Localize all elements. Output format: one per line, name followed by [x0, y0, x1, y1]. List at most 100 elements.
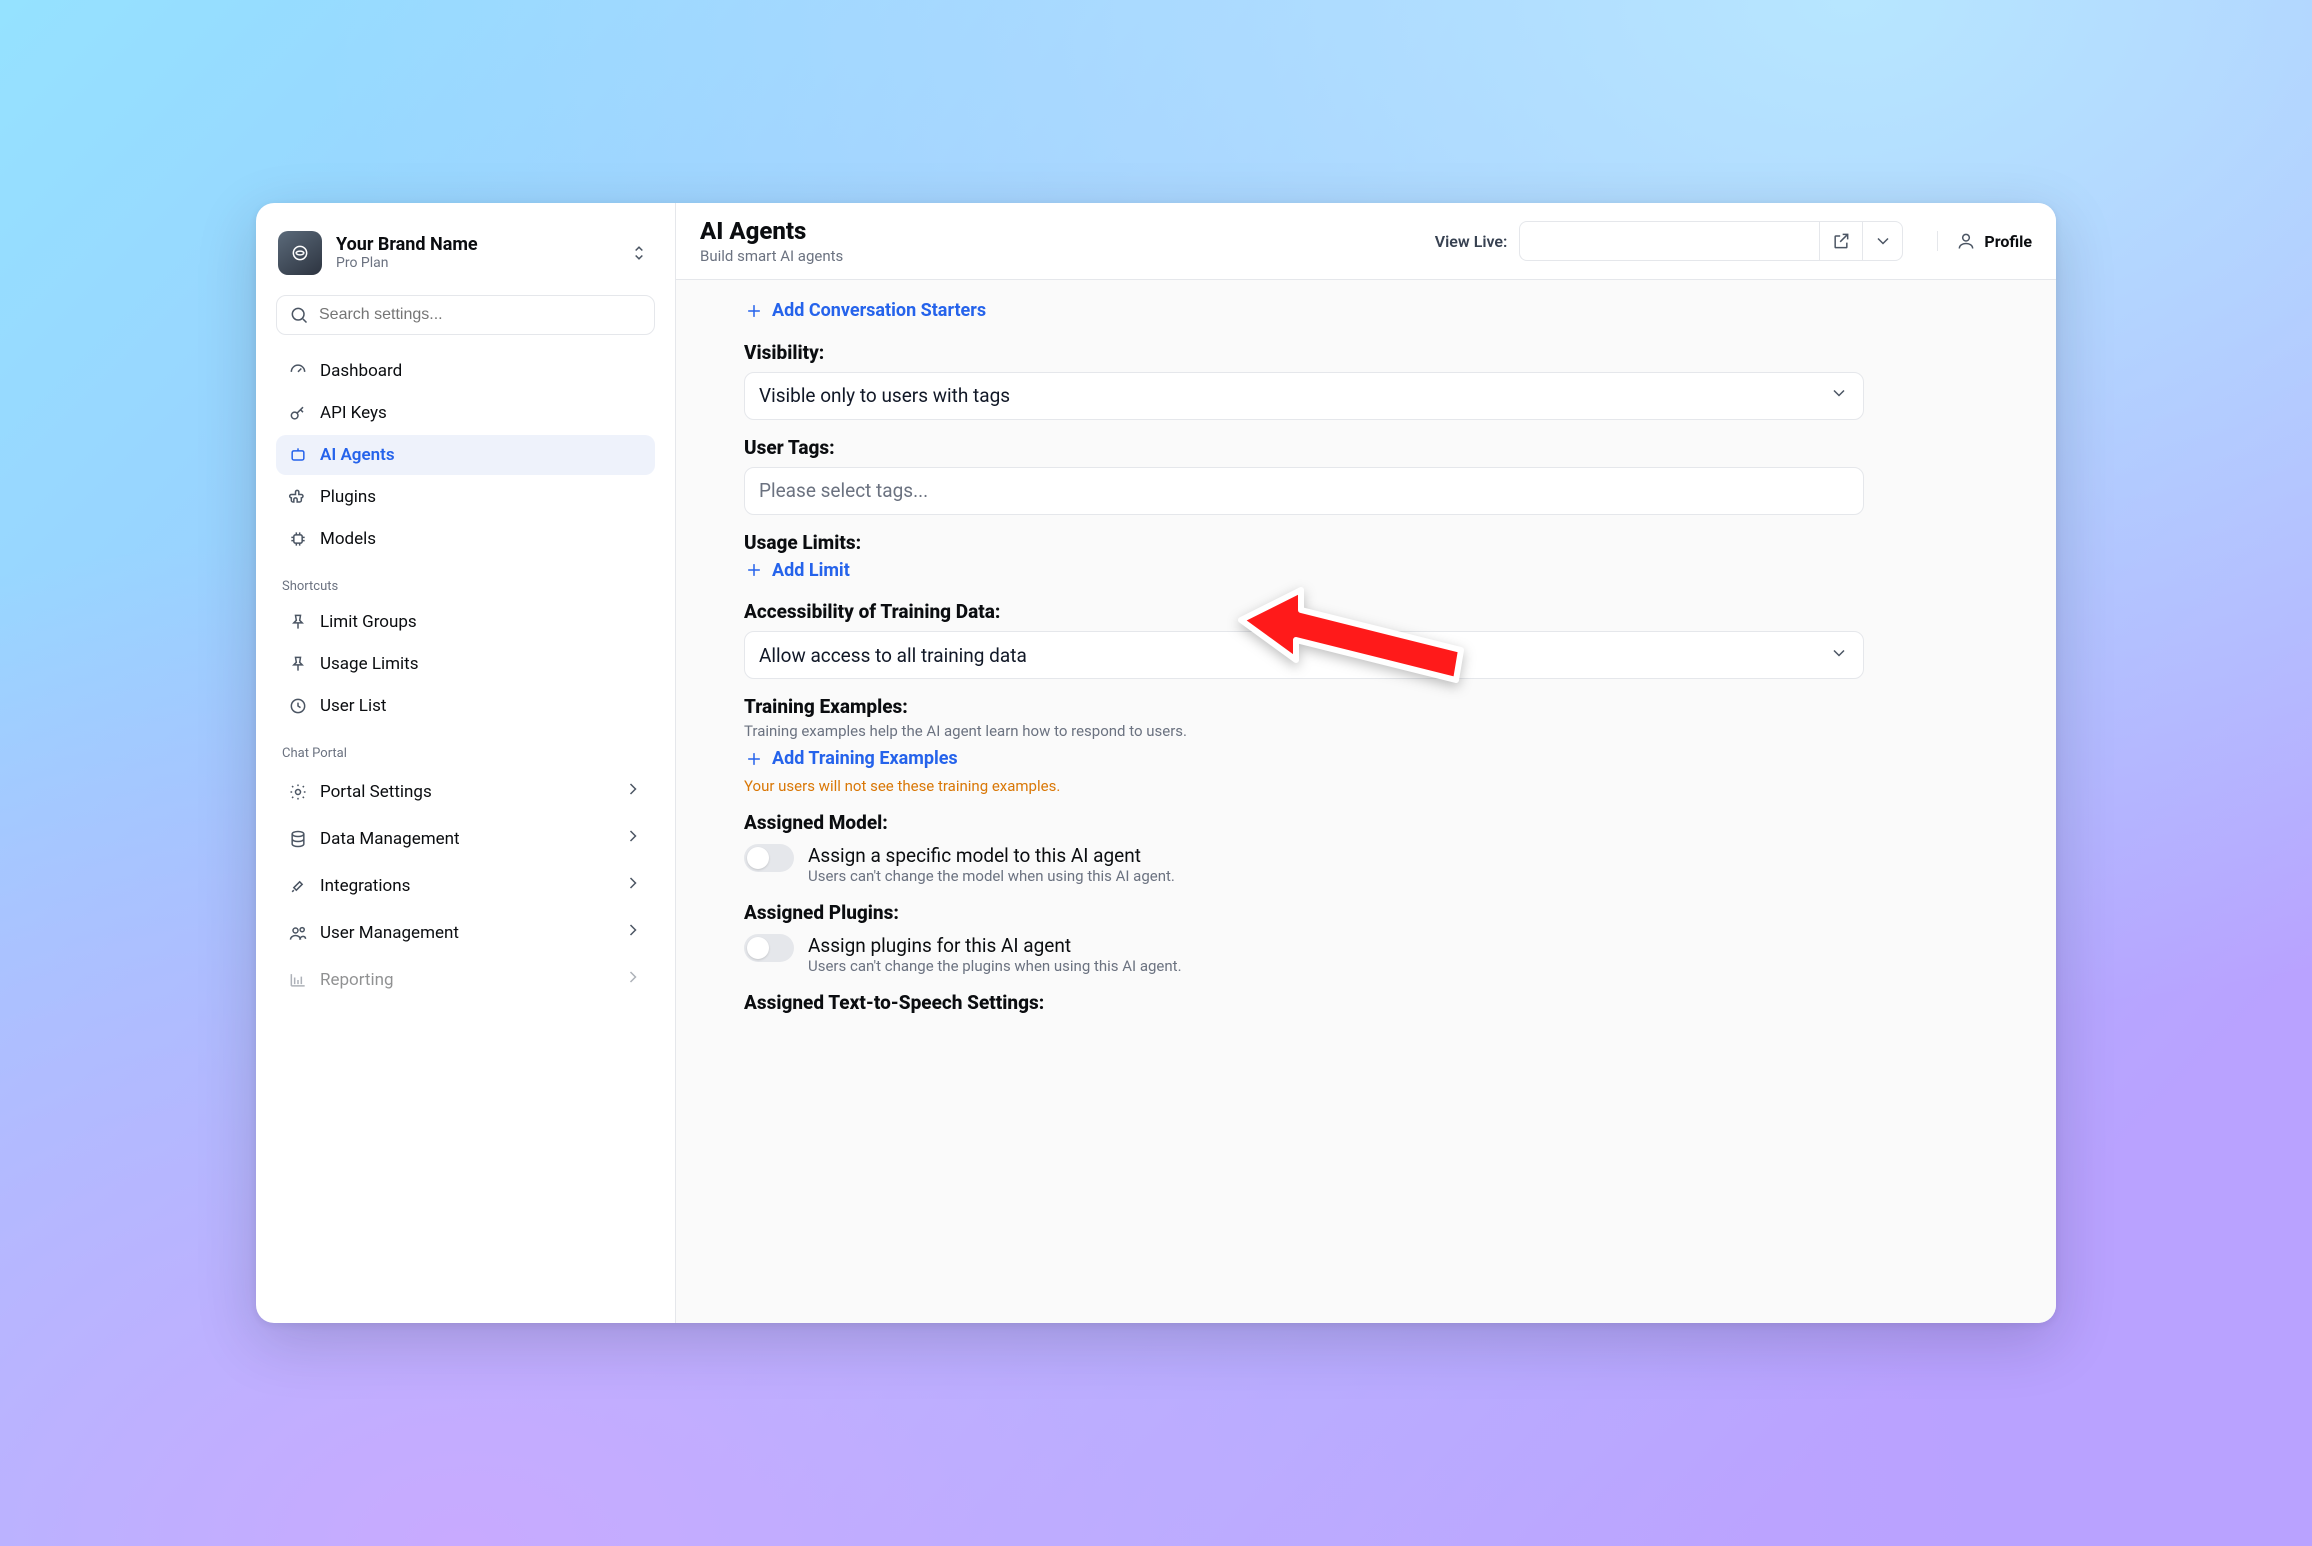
content-scroll[interactable]: Add Conversation Starters Visibility: Vi… [676, 280, 2056, 1323]
brand-name: Your Brand Name [336, 234, 478, 256]
pin-icon [288, 612, 308, 632]
cpu-icon [288, 529, 308, 549]
sidebar-item-ai-agents[interactable]: AI Agents [276, 435, 655, 475]
sidebar-item-label: Limit Groups [320, 612, 417, 632]
training-access-label: Accessibility of Training Data: [744, 600, 1864, 623]
sidebar-item-label: Plugins [320, 487, 376, 507]
sidebar-item-dashboard[interactable]: Dashboard [276, 351, 655, 391]
user-tags-select[interactable]: Please select tags... [744, 467, 1864, 515]
sidebar-item-user-list[interactable]: User List [276, 686, 655, 726]
sidebar-item-plugins[interactable]: Plugins [276, 477, 655, 517]
profile-label: Profile [1984, 232, 2032, 251]
sidebar-item-usage-limits[interactable]: Usage Limits [276, 644, 655, 684]
search-icon [289, 305, 309, 325]
sidebar-item-label: API Keys [320, 403, 387, 423]
chevron-right-icon [623, 873, 643, 898]
brand-plan: Pro Plan [336, 255, 478, 272]
open-external-button[interactable] [1819, 221, 1863, 261]
chevrons-up-down-icon [629, 243, 649, 263]
chevron-down-icon [1829, 383, 1849, 408]
gear-icon [288, 782, 308, 802]
database-icon [288, 829, 308, 849]
chevron-right-icon [623, 967, 643, 992]
key-icon [288, 403, 308, 423]
visibility-value: Visible only to users with tags [759, 384, 1010, 407]
brand-switch-icon[interactable] [625, 239, 653, 267]
chevron-right-icon [623, 826, 643, 851]
assigned-plugins-label: Assigned Plugins: [744, 901, 1864, 924]
chevron-right-icon [623, 920, 643, 945]
usage-limits-label: Usage Limits: [744, 531, 1864, 554]
app-window: Your Brand Name Pro Plan Dashboard API K… [256, 203, 2056, 1323]
sidebar-item-label: User List [320, 696, 386, 716]
pin-icon [288, 654, 308, 674]
chevron-down-icon [1829, 643, 1849, 668]
sidebar-item-label: Portal Settings [320, 782, 432, 802]
brand-logo [278, 231, 322, 275]
sidebar-section-chat-portal: Chat Portal [282, 746, 649, 761]
add-training-examples-button[interactable]: Add Training Examples [744, 748, 958, 769]
assigned-model-sub: Users can't change the model when using … [808, 867, 1175, 885]
assigned-model-label: Assigned Model: [744, 811, 1864, 834]
view-live-url[interactable] [1519, 221, 1819, 261]
sidebar-item-data-management[interactable]: Data Management [276, 816, 655, 861]
sidebar-item-label: User Management [320, 923, 459, 943]
training-access-select[interactable]: Allow access to all training data [744, 631, 1864, 679]
profile-link[interactable]: Profile [1937, 231, 2032, 251]
sidebar-item-label: Usage Limits [320, 654, 419, 674]
puzzle-icon [288, 487, 308, 507]
search-input-wrap[interactable] [276, 295, 655, 335]
plus-icon [744, 560, 764, 580]
page-title: AI Agents [700, 217, 843, 245]
visibility-label: Visibility: [744, 341, 1864, 364]
visibility-select[interactable]: Visible only to users with tags [744, 372, 1864, 420]
chevron-right-icon [623, 779, 643, 804]
sidebar-section-shortcuts: Shortcuts [282, 579, 649, 594]
users-icon [288, 923, 308, 943]
link-label: Add Limit [772, 560, 850, 581]
sidebar-item-api-keys[interactable]: API Keys [276, 393, 655, 433]
plus-icon [744, 749, 764, 769]
sidebar: Your Brand Name Pro Plan Dashboard API K… [256, 203, 676, 1323]
user-icon [1956, 231, 1976, 251]
assigned-plugins-sub: Users can't change the plugins when usin… [808, 957, 1182, 975]
assigned-plugins-title: Assign plugins for this AI agent [808, 934, 1182, 957]
view-live-label: View Live: [1435, 232, 1508, 251]
assigned-model-title: Assign a specific model to this AI agent [808, 844, 1175, 867]
training-examples-note: Your users will not see these training e… [744, 777, 1864, 795]
assigned-model-toggle[interactable] [744, 844, 794, 872]
training-examples-helper: Training examples help the AI agent lear… [744, 722, 1864, 740]
add-conversation-starters-button[interactable]: Add Conversation Starters [744, 300, 986, 321]
link-label: Add Conversation Starters [772, 300, 986, 321]
sidebar-item-portal-settings[interactable]: Portal Settings [276, 769, 655, 814]
sidebar-item-label: Reporting [320, 970, 394, 990]
sidebar-item-label: Models [320, 529, 376, 549]
topbar: AI Agents Build smart AI agents View Liv… [676, 203, 2056, 280]
sidebar-item-label: AI Agents [320, 445, 395, 465]
view-live-dropdown[interactable] [1863, 221, 1903, 261]
external-link-icon [1831, 231, 1851, 251]
add-limit-button[interactable]: Add Limit [744, 560, 850, 581]
page-subtitle: Build smart AI agents [700, 247, 843, 265]
gauge-icon [288, 361, 308, 381]
brand-switcher[interactable]: Your Brand Name Pro Plan [270, 223, 661, 285]
chevron-down-icon [1873, 231, 1893, 251]
assigned-plugins-toggle[interactable] [744, 934, 794, 962]
view-live: View Live: [1435, 221, 1904, 261]
sidebar-item-label: Dashboard [320, 361, 402, 381]
sidebar-item-user-management[interactable]: User Management [276, 910, 655, 955]
user-tags-placeholder: Please select tags... [759, 479, 928, 502]
sidebar-item-limit-groups[interactable]: Limit Groups [276, 602, 655, 642]
chart-icon [288, 970, 308, 990]
clock-icon [288, 696, 308, 716]
tools-icon [288, 876, 308, 896]
sidebar-item-models[interactable]: Models [276, 519, 655, 559]
sidebar-item-integrations[interactable]: Integrations [276, 863, 655, 908]
assigned-tts-label: Assigned Text-to-Speech Settings: [744, 991, 1864, 1014]
training-access-value: Allow access to all training data [759, 644, 1027, 667]
main: AI Agents Build smart AI agents View Liv… [676, 203, 2056, 1323]
robot-icon [288, 445, 308, 465]
search-input[interactable] [317, 305, 642, 325]
sidebar-item-reporting[interactable]: Reporting [276, 957, 655, 1002]
training-examples-label: Training Examples: [744, 695, 1864, 718]
